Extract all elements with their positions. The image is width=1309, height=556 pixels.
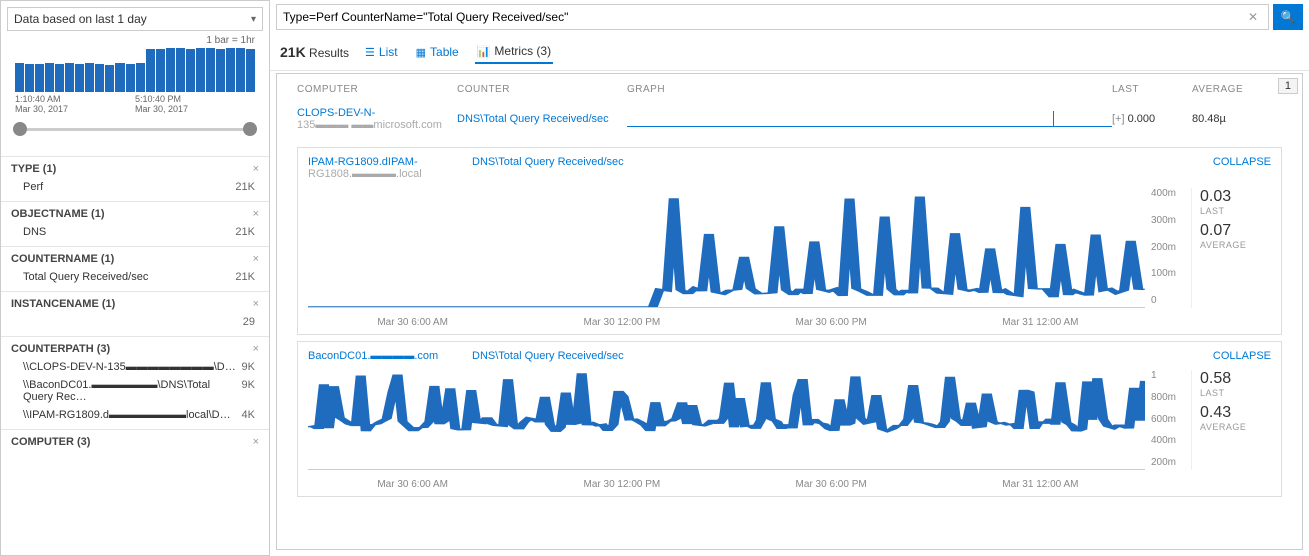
row1-computer-link[interactable]: CLOPS-DEV-N- [297,107,457,119]
facet-section: INSTANCENAME (1) ×29 [1,291,269,336]
stat-last-label: LAST [1200,206,1271,216]
metrics-content: 1 COMPUTER COUNTER GRAPH LAST AVERAGE CL… [276,73,1303,550]
search-bar: ✕ 🔍 [270,0,1309,34]
y-axis: 1800m600m400m200m [1151,370,1191,470]
header-last: LAST [1112,84,1192,95]
facet-row[interactable]: \\BaconDC01.▬▬▬▬▬▬\DNS\Total Query Rec…9… [11,373,259,403]
list-icon: ☰ [365,46,375,59]
facet-title: INSTANCENAME (1) [11,298,115,310]
collapse-button[interactable]: COLLAPSE [1213,350,1271,362]
facet-section: OBJECTNAME (1) ×DNS21K [1,201,269,246]
card-computer-link[interactable]: BaconDC01.▬▬▬▬.com [308,350,458,362]
header-counter: COUNTER [457,84,627,95]
facet-close-icon[interactable]: × [253,343,259,355]
overview-start-date: Mar 30, 2017 [15,104,135,114]
tab-list[interactable]: ☰List [363,41,400,63]
row1-computer-sub: 135▬▬▬ ▬▬microsoft.com [297,119,457,131]
facet-row[interactable]: DNS21K [11,220,259,238]
facet-row[interactable]: 29 [11,310,259,328]
header-graph: GRAPH [627,84,1112,95]
facet-close-icon[interactable]: × [253,436,259,448]
table-icon: ▦ [416,46,426,59]
facet-section: COMPUTER (3) × [1,429,269,456]
stat-avg-label: AVERAGE [1200,240,1271,250]
card-computer-sub: RG1808.▬▬▬▬.local [308,168,458,180]
metric-stats: 0.58 LAST 0.43 AVERAGE [1191,370,1271,470]
facet-title: COMPUTER (3) [11,436,90,448]
facet-row[interactable]: \\IPAM-RG1809.d▬▬▬▬▬▬▬local\D…4K [11,403,259,421]
facet-section: COUNTERNAME (1) ×Total Query Received/sec… [1,246,269,291]
metric-card: IPAM-RG1809.dIPAM- RG1808.▬▬▬▬.local DNS… [297,147,1282,335]
facet-section: TYPE (1) ×Perf21K [1,156,269,201]
facet-title: TYPE (1) [11,163,56,175]
facet-close-icon[interactable]: × [253,298,259,310]
row1-last: 0.000 [1128,113,1156,125]
row1-counter-link[interactable]: DNS\Total Query Received/sec [457,113,627,125]
main-pane: ✕ 🔍 21K Results ☰List ▦Table 📊Metrics (3… [270,0,1309,556]
facet-close-icon[interactable]: × [253,163,259,175]
tab-metrics[interactable]: 📊Metrics (3) [475,40,553,64]
metrics-icon: 📊 [477,45,491,58]
time-range-label: Data based on last 1 day [14,12,147,26]
stat-last-value: 0.58 [1200,370,1271,388]
search-box[interactable]: ✕ [276,4,1269,30]
metric-stats: 0.03 LAST 0.07 AVERAGE [1191,188,1271,308]
facet-title: COUNTERNAME (1) [11,253,114,265]
facet-title: OBJECTNAME (1) [11,208,105,220]
card-computer-link[interactable]: IPAM-RG1809.dIPAM- [308,156,458,168]
column-headers: COMPUTER COUNTER GRAPH LAST AVERAGE [277,74,1302,105]
results-count: 21K Results [280,44,349,60]
facet-close-icon[interactable]: × [253,208,259,220]
overview-labels: 1:10:40 AM Mar 30, 2017 5:10:40 PM Mar 3… [7,94,263,114]
stat-avg-label: AVERAGE [1200,422,1271,432]
overview-end-date: Mar 30, 2017 [135,104,255,114]
result-tabs: 21K Results ☰List ▦Table 📊Metrics (3) [270,34,1309,71]
row1-avg: 80.48µ [1192,113,1282,125]
collapse-button[interactable]: COLLAPSE [1213,156,1271,180]
chevron-down-icon: ▾ [251,14,256,25]
facet-close-icon[interactable]: × [253,253,259,265]
stat-avg-value: 0.07 [1200,222,1271,240]
search-input[interactable] [283,10,1244,24]
card-counter-link[interactable]: DNS\Total Query Received/sec [472,350,672,362]
tab-table[interactable]: ▦Table [414,41,461,63]
stat-last-value: 0.03 [1200,188,1271,206]
page-badge[interactable]: 1 [1278,78,1298,94]
bar-granularity-note: 1 bar = 1hr [7,31,263,46]
stat-last-label: LAST [1200,388,1271,398]
overview-start-time: 1:10:40 AM [15,94,135,104]
expand-icon[interactable]: [+] [1112,113,1125,125]
facet-row[interactable]: Perf21K [11,175,259,193]
y-axis: 400m300m200m100m0 [1151,188,1191,308]
metric-chart [308,188,1145,308]
header-computer: COMPUTER [297,84,457,95]
x-axis: Mar 30 6:00 AMMar 30 12:00 PMMar 30 6:00… [298,314,1155,334]
clear-search-icon[interactable]: ✕ [1244,10,1262,24]
facet-section: COUNTERPATH (3) ×\\CLOPS-DEV-N-135▬▬▬▬▬▬▬… [1,336,269,429]
row1-sparkline [627,107,1112,131]
header-average: AVERAGE [1192,84,1282,95]
search-icon: 🔍 [1281,10,1296,24]
metric-row-collapsed: CLOPS-DEV-N- 135▬▬▬ ▬▬microsoft.com DNS\… [277,105,1302,141]
time-range-dropdown[interactable]: Data based on last 1 day ▾ [7,7,263,31]
overview-bar-chart [7,46,263,94]
time-range-slider[interactable] [17,120,253,140]
search-button[interactable]: 🔍 [1273,4,1303,30]
metric-card: BaconDC01.▬▬▬▬.com DNS\Total Query Recei… [297,341,1282,497]
overview-end-time: 5:10:40 PM [135,94,255,104]
facet-row[interactable]: \\CLOPS-DEV-N-135▬▬▬▬▬▬▬▬\D…9K [11,355,259,373]
sidebar: Data based on last 1 day ▾ 1 bar = 1hr 1… [0,0,270,556]
facet-title: COUNTERPATH (3) [11,343,110,355]
x-axis: Mar 30 6:00 AMMar 30 12:00 PMMar 30 6:00… [298,476,1155,496]
card-counter-link[interactable]: DNS\Total Query Received/sec [472,156,672,180]
facet-row[interactable]: Total Query Received/sec21K [11,265,259,283]
metric-chart [308,370,1145,470]
stat-avg-value: 0.43 [1200,404,1271,422]
